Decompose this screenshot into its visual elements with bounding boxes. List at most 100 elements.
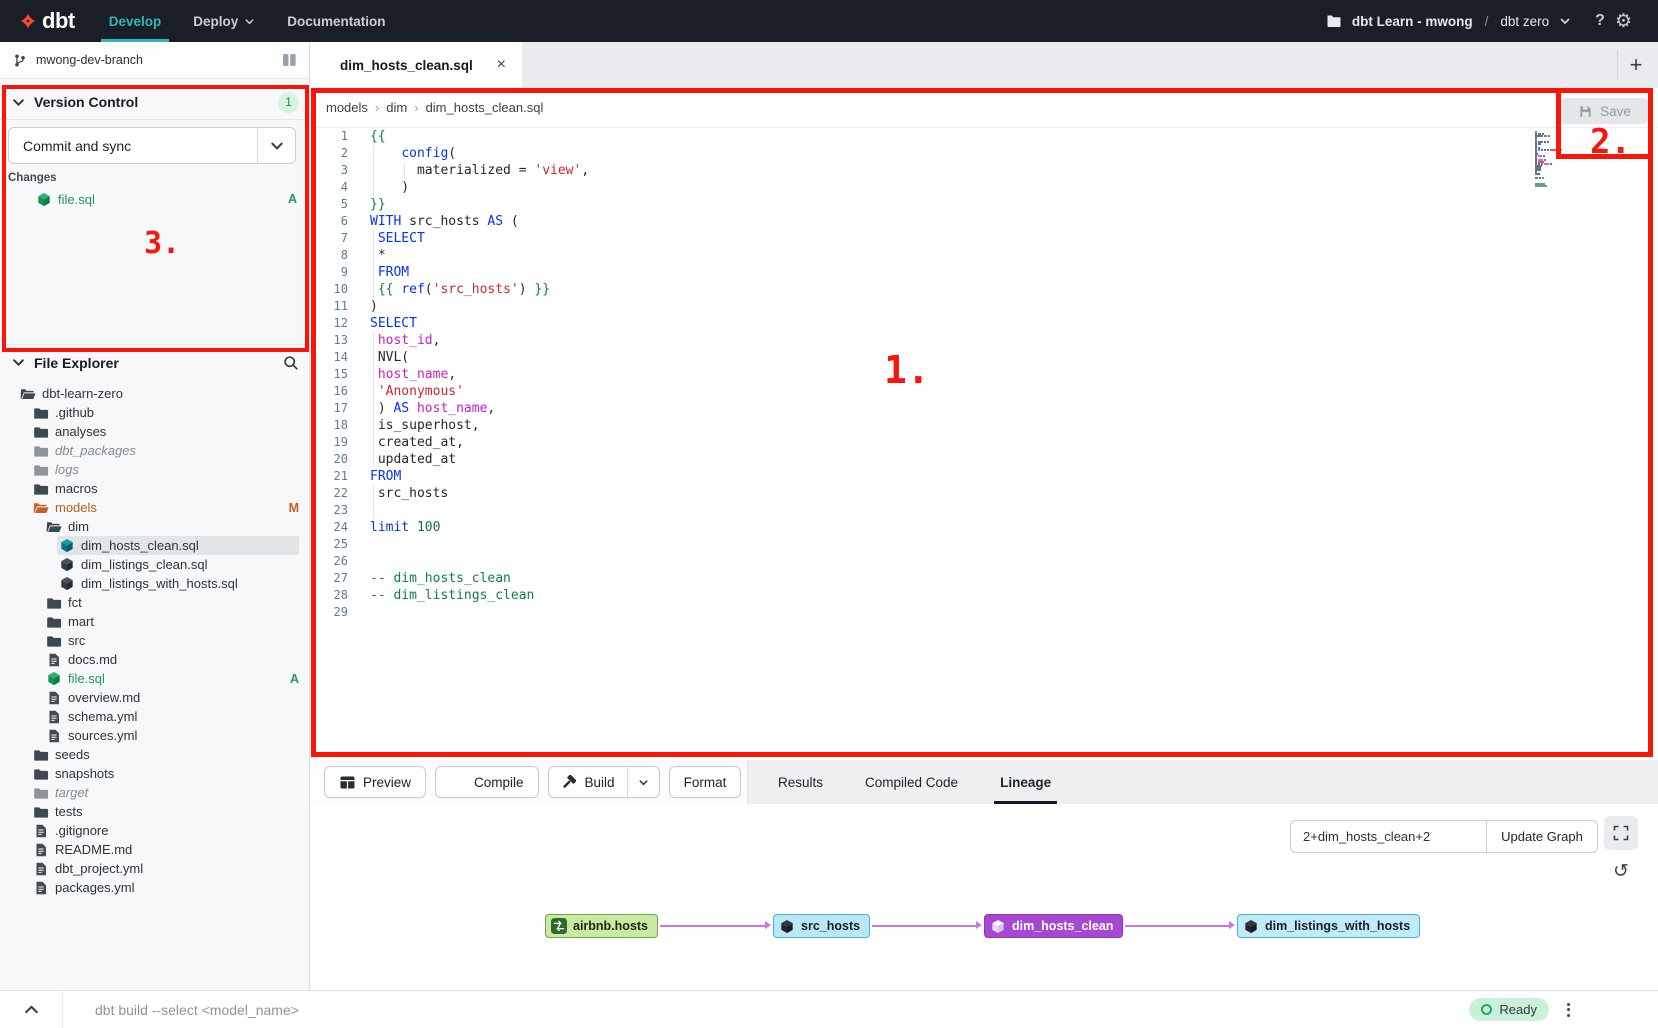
tab-dim-hosts-clean[interactable]: dim_hosts_clean.sql × [310,42,522,88]
docs-book-icon[interactable] [281,53,297,67]
preview-button[interactable]: Preview [324,766,426,798]
save-button[interactable]: Save [1560,98,1648,124]
minimap[interactable] [1535,131,1563,189]
tree-item-models[interactable]: modelsM [0,498,309,517]
build-button[interactable]: Build [549,767,627,797]
format-button[interactable]: Format [669,766,742,798]
code-line[interactable]: WITH src_hosts AS ( [370,213,1518,230]
code-line[interactable]: NVL( [370,349,1518,366]
code-line[interactable]: SELECT [370,315,1518,332]
tab-lineage[interactable]: Lineage [994,760,1057,804]
tree-item-github[interactable]: .github [0,403,309,422]
branch-name[interactable]: mwong-dev-branch [36,53,273,67]
breadcrumb-dim[interactable]: dim [386,100,407,115]
code-editor[interactable]: 1234567891011121314151617181920212223242… [310,128,1658,760]
tree-item-schema-yml[interactable]: schema.yml [0,707,309,726]
code-line[interactable]: FROM [370,264,1518,281]
tree-item-docs-md[interactable]: docs.md [0,650,309,669]
code-line[interactable]: ) [370,298,1518,315]
code-line[interactable]: host_name, [370,366,1518,383]
tree-item-seeds[interactable]: seeds [0,745,309,764]
tree-item-dim-hosts-clean-sql[interactable]: dim_hosts_clean.sql [0,536,309,555]
code-line[interactable]: limit 100 [370,519,1518,536]
chevron-up-icon[interactable] [0,1001,62,1018]
tree-item-macros[interactable]: macros [0,479,309,498]
tab-results[interactable]: Results [772,760,829,804]
code-line[interactable]: created_at, [370,434,1518,451]
tree-item-packages-yml[interactable]: packages.yml [0,878,309,897]
lineage-node-dim-hosts-clean[interactable]: dim_hosts_clean [984,914,1123,938]
code-line[interactable] [370,536,1518,553]
code-line[interactable]: * [370,247,1518,264]
commit-options-chevron-down-icon[interactable] [257,128,295,163]
code-line[interactable]: SELECT [370,230,1518,247]
code-line[interactable]: 'Anonymous' [370,383,1518,400]
tree-item-snapshots[interactable]: snapshots [0,764,309,783]
code-line[interactable]: config( [370,145,1518,162]
file-explorer-header[interactable]: File Explorer [0,344,309,380]
tree-item-dim-listings-clean-sql[interactable]: dim_listings_clean.sql [0,555,309,574]
tree-item-target[interactable]: target [0,783,309,802]
code-line[interactable] [370,604,1518,621]
code-line[interactable]: {{ ref('src_hosts') }} [370,281,1518,298]
commit-and-sync-button[interactable]: Commit and sync [8,127,296,164]
code-lines[interactable]: {{ config( materialized = 'view', )}}WIT… [370,128,1518,621]
nav-item-deploy[interactable]: Deploy [177,0,271,42]
lineage-graph[interactable]: airbnb.hosts src_hosts dim_hosts_clean dim_… [310,804,1658,990]
tree-item-analyses[interactable]: analyses [0,422,309,441]
environment-chevron-down-icon[interactable] [1559,15,1571,27]
tree-item-dim-listings-with-hosts-sql[interactable]: dim_listings_with_hosts.sql [0,574,309,593]
code-line[interactable]: updated_at [370,451,1518,468]
nav-item-documentation[interactable]: Documentation [271,0,401,42]
breadcrumb-models[interactable]: models [326,100,368,115]
tree-item-dim[interactable]: dim [0,517,309,536]
tree-item-overview-md[interactable]: overview.md [0,688,309,707]
tree-item-gitignore[interactable]: .gitignore [0,821,309,840]
project-name[interactable]: dbt Learn - mwong [1352,14,1473,29]
code-line[interactable]: FROM [370,468,1518,485]
lineage-node-src-hosts[interactable]: src_hosts [773,914,870,938]
command-input[interactable]: dbt build --select <model_name> [62,991,1469,1028]
dbt-logo[interactable]: dbt [0,6,93,36]
nav-item-develop[interactable]: Develop [93,0,178,42]
code-line[interactable]: src_hosts [370,485,1518,502]
code-line[interactable]: {{ [370,128,1518,145]
code-line[interactable]: host_id, [370,332,1518,349]
code-line[interactable]: ) [370,179,1518,196]
code-line[interactable]: materialized = 'view', [370,162,1518,179]
tree-item-sources-yml[interactable]: sources.yml [0,726,309,745]
version-control-header[interactable]: Version Control 1 [0,85,309,119]
kebab-menu-icon[interactable] [1563,999,1574,1021]
code-line[interactable]: -- dim_hosts_clean [370,570,1518,587]
code-line[interactable] [370,502,1518,519]
tree-item-fct[interactable]: fct [0,593,309,612]
tree-item-src[interactable]: src [0,631,309,650]
code-line[interactable]: }} [370,196,1518,213]
tree-item-file-sql[interactable]: file.sqlA [0,669,309,688]
tree-item-mart[interactable]: mart [0,612,309,631]
tree-item-readme-md[interactable]: README.md [0,840,309,859]
code-line[interactable]: is_superhost, [370,417,1518,434]
help-icon[interactable]: ? [1595,12,1605,30]
tab-compiled-code[interactable]: Compiled Code [859,760,964,804]
search-icon[interactable] [283,355,299,371]
code-line[interactable]: ) AS host_name, [370,400,1518,417]
tree-item-dbt-packages[interactable]: dbt_packages [0,441,309,460]
new-tab-plus-icon[interactable]: + [1620,42,1652,88]
settings-gear-icon[interactable]: ⚙ [1615,12,1632,31]
code-line[interactable] [370,553,1518,570]
code-line[interactable]: -- dim_listings_clean [370,587,1518,604]
breadcrumb-dim-hosts-clean-sql[interactable]: dim_hosts_clean.sql [426,100,544,115]
close-icon[interactable]: × [497,57,506,73]
compile-button[interactable]: Compile [435,766,539,798]
changed-file-file-sql[interactable]: file.sqlA [0,189,309,209]
tree-item-tests[interactable]: tests [0,802,309,821]
tree-item-logs[interactable]: logs [0,460,309,479]
lineage-node-airbnb-hosts[interactable]: airbnb.hosts [545,914,658,938]
lineage-node-dim-listings-with-hosts[interactable]: dim_listings_with_hosts [1237,914,1420,938]
tree-item-dbt-project-yml[interactable]: dbt_project.yml [0,859,309,878]
tree-item-label: overview.md [68,690,140,705]
build-options-chevron-down-icon[interactable] [627,767,659,797]
tree-item-dbt-learn-zero[interactable]: dbt-learn-zero [0,384,309,403]
environment-name[interactable]: dbt zero [1500,14,1549,29]
